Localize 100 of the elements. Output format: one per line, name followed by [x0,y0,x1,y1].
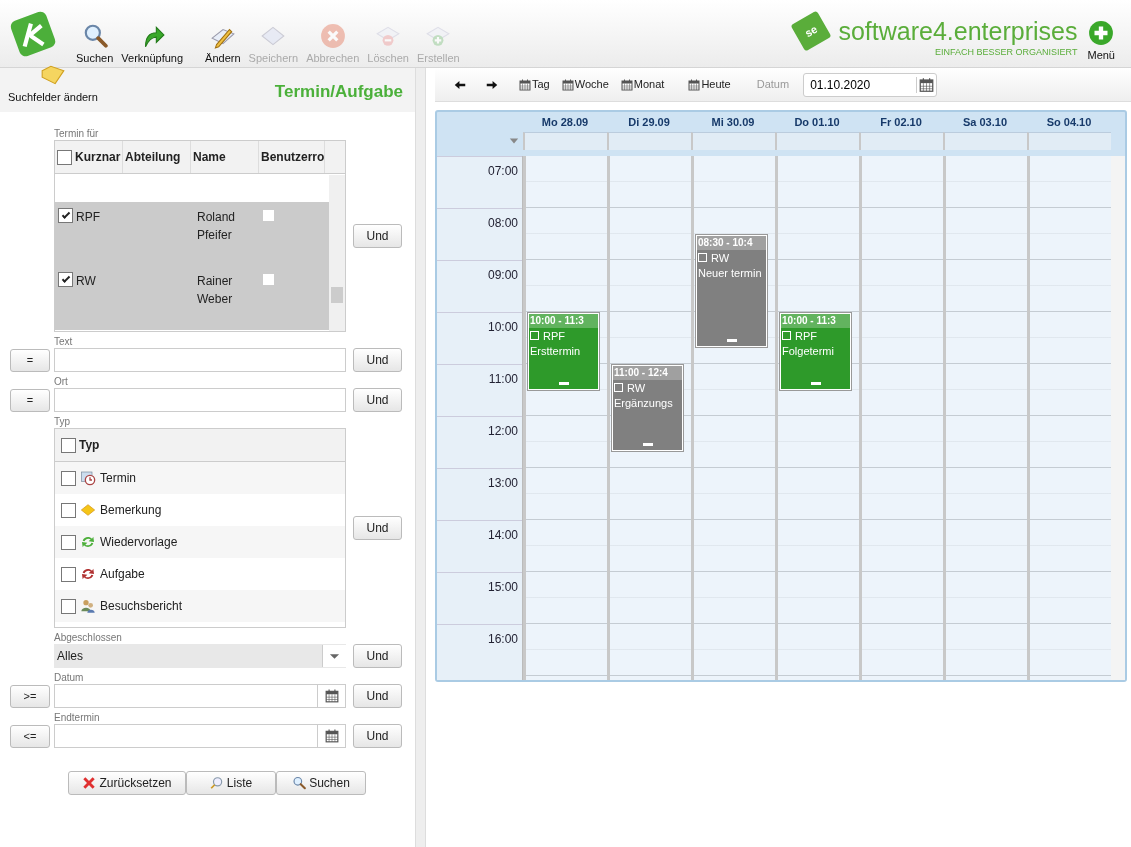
input-field[interactable] [54,388,346,412]
calendar-event[interactable]: 10:00 - 11:3 RPF Folgetermi [780,313,851,390]
and-button[interactable]: Und [353,724,402,748]
cross-circle-icon [319,23,346,49]
event-title: Folgetermi [781,344,835,359]
calendar-icon [688,78,701,91]
type-checkbox[interactable] [61,598,76,614]
type-checkbox[interactable] [61,566,76,582]
day-header: Di 29.09 [628,115,670,128]
field-label: Datum [54,671,85,683]
people-icon [80,598,96,614]
input-field[interactable] [54,684,318,708]
operator-button[interactable]: = [10,388,50,412]
calendar-button[interactable] [318,684,346,708]
calendar-event[interactable]: 08:30 - 10:4 RW Neuer termin [696,235,767,347]
type-checkbox[interactable] [61,470,76,486]
field-label: Abgeschlossen [54,631,123,643]
day-header: Do 01.10 [794,115,840,128]
date-input[interactable]: 01.10.2020 [804,74,917,95]
and-button[interactable]: Und [353,684,402,708]
input-field[interactable] [54,724,318,748]
resize-handle[interactable] [726,338,737,342]
select-all-checkbox[interactable] [61,437,76,453]
and-button[interactable]: Und [353,224,402,248]
calendar-event[interactable]: 10:00 - 11:3 RPF Ersttermin [528,313,599,390]
change-fields-button[interactable]: Suchfelder ändern [4,62,102,104]
field-label: Termin für [54,127,100,139]
operator-button[interactable]: <= [10,724,50,748]
cycle-arrows-icon [80,534,96,550]
magnifier-icon [209,776,224,790]
caret-icon [508,136,520,146]
and-button[interactable]: Und [353,644,402,668]
action-button[interactable]: Zurücksetzen [68,771,186,795]
calendar-button[interactable] [318,724,346,748]
type-checkbox[interactable] [61,502,76,518]
calendar-icon [519,78,531,91]
and-button[interactable]: Und [353,516,402,540]
search-icon [292,776,307,790]
day-header: Sa 03.10 [962,115,1007,128]
table-row[interactable]: RPF Roland Pfeifer [55,202,329,266]
select-all-checkbox[interactable] [57,149,72,165]
event-owner: RPF [543,330,565,342]
hour-label: 14:00 [487,528,518,542]
scrollbar[interactable] [329,175,345,331]
caret-icon [322,645,346,667]
hour-label: 11:00 [488,372,518,386]
event-checkbox [782,331,791,340]
and-button[interactable]: Und [353,348,402,372]
field-label: Typ [54,415,72,427]
menu-button[interactable]: Menü [1083,20,1119,62]
row-checkbox[interactable] [58,208,73,223]
cycle-arrows-icon [80,566,96,582]
column-header: Typ [79,437,100,454]
view-button[interactable]: Woche [557,76,613,93]
action-button[interactable]: Suchen [276,771,366,795]
scrollbar[interactable] [1111,156,1125,680]
panel-title: Termin/Aufgabe [274,80,403,103]
day-header: Mo 28.09 [541,115,589,128]
view-button[interactable]: Tag [515,76,554,93]
hour-label: 10:00 [487,320,518,334]
row-checkbox[interactable] [58,272,73,287]
event-checkbox [614,383,623,392]
view-button[interactable]: Heute [684,76,735,93]
action-button[interactable]: Liste [186,771,276,795]
field-label: Endtermin [54,711,101,723]
hour-label: 15:00 [487,580,518,594]
event-title: Ergänzungs [613,396,674,411]
resize-handle[interactable] [558,382,569,385]
resize-handle[interactable] [810,382,821,385]
type-label: Termin [100,470,136,487]
operator-button[interactable]: = [10,348,50,372]
table-row[interactable]: RW Rainer Weber [55,266,329,330]
calendar-event[interactable]: 11:00 - 12:4 RW Ergänzungs [612,365,683,451]
table-cell-text: RPF [76,209,100,226]
table-cell-text: Roland Pfeifer [196,209,237,244]
type-checkbox[interactable] [61,534,76,550]
brand-logo: se [790,10,832,51]
toolbar-button[interactable]: Suchen [72,23,118,65]
dropdown-value: Alles [56,648,84,665]
cross-icon [82,776,97,790]
type-label: Aufgabe [100,566,145,583]
dropdown[interactable]: Alles [54,644,346,668]
event-title: Ersttermin [529,344,582,359]
date-field[interactable]: 01.10.2020 [803,72,938,97]
toolbar-button[interactable]: Ändern [201,23,245,65]
resize-handle[interactable] [642,442,653,446]
and-button[interactable]: Und [353,388,402,412]
day-header: Mi 30.09 [711,115,755,128]
brand-tagline: EINFACH BESSER ORGANISIERT [935,45,1078,59]
event-time: 10:00 - 11:3 [781,314,850,328]
operator-button[interactable]: >= [10,684,50,708]
day-header: So 04.10 [1046,115,1092,128]
hour-label: 09:00 [487,268,518,282]
calendar-icon [324,689,339,703]
view-button[interactable]: Monat [616,76,669,93]
checkbox [263,274,274,285]
event-owner: RPF [795,330,817,342]
plus-icon [1088,20,1115,46]
toolbar-button[interactable]: Verknüpfung [117,23,188,65]
input-field[interactable] [54,348,346,372]
